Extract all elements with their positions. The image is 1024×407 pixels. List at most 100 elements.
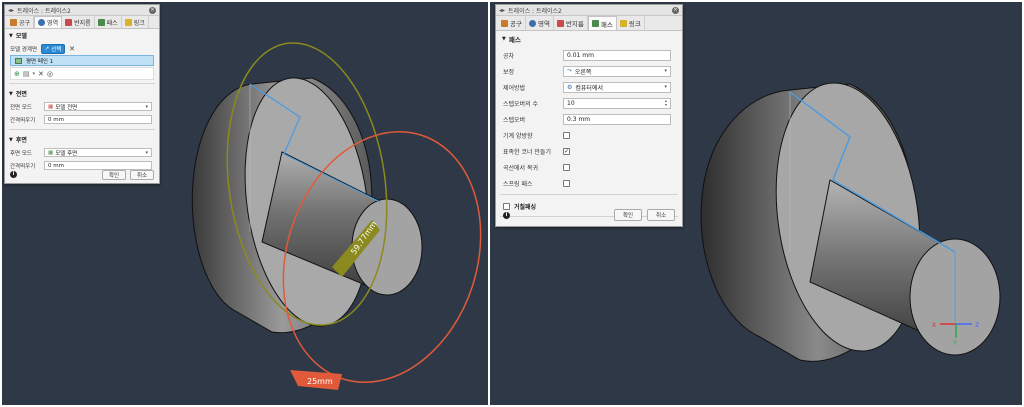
model-boundary-label: 모델 경계면: [10, 46, 38, 53]
target-icon[interactable]: ◎: [47, 70, 53, 78]
front-mode-label: 전면 모드: [10, 104, 32, 111]
stepovers-count-input[interactable]: 10 ▴ ▾: [563, 97, 671, 109]
selection-list-item[interactable]: 평면 페인 1: [10, 55, 154, 66]
collapse-icon: ▼: [9, 32, 13, 39]
tool-icon: [10, 18, 17, 26]
back-mode-label: 후면 모드: [10, 150, 32, 157]
stepovers-count-label: 스텝오버의 수: [503, 100, 539, 108]
collapse-icon: ▼: [9, 90, 13, 97]
info-icon[interactable]: i: [503, 211, 510, 219]
dialog-title: 트레이스 : 트레이스2: [17, 7, 71, 15]
tab-passes[interactable]: 패스: [587, 16, 617, 30]
svg-text:X: X: [932, 322, 936, 329]
linking-icon: [124, 18, 132, 26]
close-icon[interactable]: ×: [672, 6, 679, 14]
spring-pass-label: 스프링 패스: [503, 180, 533, 188]
tab-label: 반지름: [74, 19, 91, 27]
arrows-icon: ◂▸: [8, 6, 15, 14]
passes-section-header[interactable]: ▼ 패스: [496, 31, 682, 47]
both-ways-label: 기계 양방향: [503, 132, 533, 140]
geometry-icon: [528, 19, 536, 27]
dialog-titlebar[interactable]: ◂▸ 트레이스 : 트레이스2 ×: [496, 5, 682, 16]
back-icon: ▦: [48, 149, 54, 156]
selection-toolbar: ⊕ ▤ ▾ ✕ ◎: [10, 67, 154, 80]
tab-bar: 공구 영역 반지름 패스 링크: [496, 16, 682, 31]
tab-geometry[interactable]: 영역: [526, 16, 554, 30]
remove-icon[interactable]: ✕: [38, 70, 44, 78]
tolerance-input[interactable]: 0.01 mm: [563, 49, 671, 61]
clear-icon[interactable]: ✕: [69, 45, 75, 53]
tab-linking[interactable]: 링크: [122, 16, 149, 28]
compensation-type-label: 제어방법: [503, 84, 526, 92]
tab-heights[interactable]: 반지름: [554, 16, 588, 30]
chevron-down-icon: ▾: [664, 84, 667, 90]
compensation-select[interactable]: ⤳ 오른쪽 ▾: [563, 65, 671, 77]
tab-label: 링크: [133, 19, 145, 27]
spinner-icon[interactable]: ▴ ▾: [665, 99, 667, 107]
tab-label: 공구: [19, 19, 31, 27]
tab-bar: 공구 영역 반지름 패스 링크: [5, 16, 159, 29]
back-mode-select[interactable]: ▦ 모델 후면 ▾: [44, 148, 152, 157]
linking-icon: [619, 19, 627, 27]
tolerance-label: 공차: [503, 52, 515, 60]
backoff-checkbox[interactable]: [563, 163, 570, 171]
back-section-header[interactable]: ▼ 후면: [5, 133, 159, 146]
spring-pass-checkbox[interactable]: [563, 179, 570, 187]
both-ways-checkbox[interactable]: [563, 131, 570, 139]
backoff-label: 곡선에서 복귀: [503, 164, 539, 172]
ring-label: 25mm: [307, 377, 333, 386]
cancel-button[interactable]: 취소: [130, 169, 154, 180]
chevron-down-icon[interactable]: ▾: [33, 71, 36, 77]
passes-icon: [591, 20, 599, 27]
trace-dialog-right: ◂▸ 트레이스 : 트레이스2 × 공구 영역 반지름 패스 링크 ▼ 패스 공차…: [495, 4, 683, 227]
chevron-down-icon: ▾: [664, 68, 667, 74]
chevron-down-icon: ▾: [145, 149, 148, 156]
front-offset-input[interactable]: 0 mm: [44, 115, 152, 124]
close-icon[interactable]: ×: [149, 6, 156, 14]
select-button[interactable]: ➚ 선택: [41, 43, 66, 54]
tab-label: 링크: [628, 20, 641, 28]
front-offset-label: 간격띄우기: [10, 117, 36, 124]
arrows-icon: ◂▸: [499, 6, 506, 14]
layers-icon[interactable]: ▤: [23, 70, 30, 78]
computer-icon: ⚙: [567, 83, 573, 91]
compensation-icon: ⤳: [567, 67, 572, 74]
cancel-button[interactable]: 취소: [647, 209, 675, 221]
compensation-label: 보정: [503, 68, 515, 76]
trace-dialog-left: ◂▸ 트레이스 : 트레이스2 × 공구 영역 반지름 패스 링크 ▼ 모델 모델…: [4, 4, 160, 184]
heights-icon: [556, 19, 564, 27]
stepover-label: 스텝오버: [503, 116, 526, 124]
tab-linking[interactable]: 링크: [617, 16, 645, 30]
tab-heights[interactable]: 반지름: [62, 16, 95, 28]
collapse-icon: ▼: [9, 136, 13, 143]
plane-icon: [15, 57, 22, 64]
front-section-header[interactable]: ▼ 전면: [5, 87, 159, 100]
svg-text:Y: Y: [952, 340, 957, 347]
tab-passes[interactable]: 패스: [95, 16, 122, 28]
info-icon[interactable]: i: [10, 171, 17, 178]
front-mode-select[interactable]: ▦ 모델 전면 ▾: [44, 102, 152, 111]
tab-label: 영역: [537, 20, 550, 28]
model-section-header[interactable]: ▼ 모델: [5, 29, 159, 42]
stepover-input[interactable]: 0.3 mm: [563, 113, 671, 125]
tab-tool[interactable]: 공구: [7, 16, 35, 28]
tab-tool[interactable]: 공구: [498, 16, 526, 30]
geometry-icon: [38, 19, 46, 26]
dialog-titlebar[interactable]: ◂▸ 트레이스 : 트레이스2 ×: [5, 5, 159, 16]
ok-button[interactable]: 확인: [102, 169, 126, 180]
heights-icon: [65, 18, 73, 26]
chevron-down-icon: ▾: [145, 103, 148, 110]
compensation-type-select[interactable]: ⚙ 컴퓨터에서 ▾: [563, 81, 671, 93]
viewport-left[interactable]: 59.77mm 25mm ◂▸ 트레이스 : 트레이스2 × 공구 영역 반지름…: [2, 2, 488, 405]
sharp-corner-checkbox[interactable]: ✓: [563, 147, 570, 155]
tab-geometry[interactable]: 영역: [34, 16, 63, 28]
ok-button[interactable]: 확인: [614, 209, 642, 221]
tool-icon: [501, 19, 508, 27]
front-icon: ▦: [48, 103, 54, 110]
dialog-title: 트레이스 : 트레이스2: [508, 7, 562, 15]
collapse-icon: ▼: [502, 36, 506, 42]
svg-text:Z: Z: [975, 322, 979, 329]
cursor-icon: ➚: [44, 45, 50, 52]
add-icon[interactable]: ⊕: [14, 70, 20, 78]
passes-icon: [97, 18, 105, 26]
